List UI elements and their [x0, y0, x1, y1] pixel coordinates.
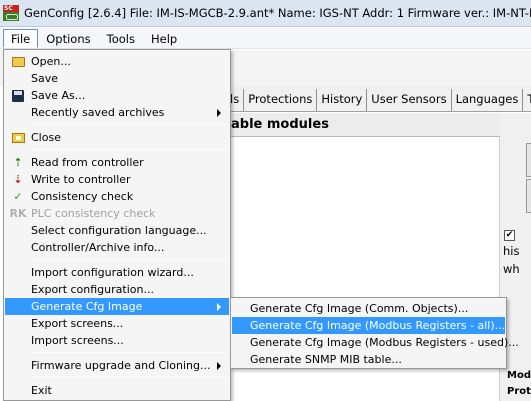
- menu-item-label: Import screens...: [31, 334, 124, 347]
- menu-item-import-configuration-wizard[interactable]: Import configuration wizard...: [5, 264, 229, 281]
- menu-item-label: Consistency check: [31, 190, 134, 203]
- close-archive-icon: [11, 131, 25, 145]
- menu-separator: [32, 377, 228, 378]
- tab-languages[interactable]: Languages: [451, 89, 524, 111]
- menu-bar: File Options Tools Help: [0, 28, 531, 49]
- submenu-item-modbus-registers-used[interactable]: Generate Cfg Image (Modbus Registers - u…: [232, 334, 519, 351]
- menu-item-open[interactable]: Open...: [5, 53, 229, 70]
- menu-item-label: Generate Cfg Image: [31, 300, 143, 313]
- menu-item-consistency-check[interactable]: ✓ Consistency check: [5, 188, 229, 205]
- submenu-item-snmp-mib-table[interactable]: Generate SNMP MIB table...: [232, 351, 505, 368]
- submenu-item-comm-objects[interactable]: Generate Cfg Image (Comm. Objects)...: [232, 300, 505, 317]
- menu-item-exit[interactable]: Exit: [5, 382, 229, 399]
- modules-label: Mod: [507, 370, 531, 381]
- menu-item-plc-consistency-check: RK PLC consistency check: [5, 205, 229, 222]
- menu-help[interactable]: Help: [143, 29, 185, 48]
- menu-item-label: PLC consistency check: [31, 207, 156, 220]
- menu-item-export-screens[interactable]: Export screens...: [5, 315, 229, 332]
- menu-item-label: Save As...: [31, 89, 86, 102]
- menu-item-import-screens[interactable]: Import screens...: [5, 332, 229, 349]
- file-menu-dropdown: Open... Save Save As... Recently saved a…: [3, 49, 231, 401]
- right-panel-text-1: his: [503, 244, 520, 258]
- submenu-item-modbus-registers-all[interactable]: Generate Cfg Image (Modbus Registers - a…: [232, 317, 505, 334]
- menu-item-recently-saved-archives[interactable]: Recently saved archives: [5, 104, 229, 121]
- menu-item-label: Recently saved archives: [31, 106, 165, 119]
- menu-item-firmware-upgrade-and-cloning[interactable]: Firmware upgrade and Cloning...: [5, 357, 229, 374]
- menu-item-select-configuration-language[interactable]: Select configuration language...: [5, 222, 229, 239]
- tab-partial-t[interactable]: T: [523, 89, 531, 111]
- menu-item-read-from-controller[interactable]: ⇡ Read from controller: [5, 154, 229, 171]
- check-mark-icon: ✓: [13, 189, 23, 203]
- menu-item-label: Firmware upgrade and Cloning...: [31, 359, 211, 372]
- menu-item-label: Controller/Archive info...: [31, 241, 165, 254]
- submenu-arrow-icon: [217, 108, 221, 117]
- tab-protections[interactable]: Protections: [244, 89, 318, 111]
- menu-separator: [32, 124, 228, 125]
- right-panel-checkbox[interactable]: ✔: [504, 230, 515, 241]
- menu-item-label: Export screens...: [31, 317, 124, 330]
- right-panel-button-2[interactable]: [526, 179, 531, 213]
- menu-item-label: Import configuration wizard...: [31, 266, 194, 279]
- generate-cfg-image-submenu: Generate Cfg Image (Comm. Objects)... Ge…: [230, 297, 519, 369]
- submenu-arrow-icon: [217, 361, 221, 370]
- menu-item-save[interactable]: Save: [5, 70, 229, 87]
- menu-item-label: Close: [31, 131, 61, 144]
- menu-item-label: Export configuration...: [31, 283, 154, 296]
- tab-modules-partial[interactable]: ls: [230, 89, 245, 111]
- menu-separator: [32, 352, 228, 353]
- menu-item-generate-cfg-image[interactable]: Generate Cfg Image: [5, 298, 229, 315]
- submenu-arrow-icon: [217, 302, 221, 311]
- menu-item-export-configuration[interactable]: Export configuration...: [5, 281, 229, 298]
- menu-item-close[interactable]: Close: [5, 129, 229, 146]
- window-title: GenConfig [2.6.4] File: IM-IS-MGCB-2.9.a…: [24, 6, 531, 20]
- protections-label: Prot: [507, 386, 531, 397]
- floppy-disk-icon: [11, 89, 25, 103]
- tab-user-sensors[interactable]: User Sensors: [367, 89, 452, 111]
- menu-item-save-as[interactable]: Save As...: [5, 87, 229, 104]
- menu-tools[interactable]: Tools: [99, 29, 143, 48]
- title-bar: SC GenConfig [2.6.4] File: IM-IS-MGCB-2.…: [0, 0, 531, 27]
- tab-history[interactable]: History: [317, 89, 368, 111]
- open-folder-icon: [11, 55, 25, 69]
- menu-item-label: Write to controller: [31, 173, 131, 186]
- menu-file[interactable]: File: [3, 28, 39, 48]
- menu-options[interactable]: Options: [38, 29, 98, 48]
- plc-icon: RK: [9, 206, 27, 220]
- menu-separator: [32, 149, 228, 150]
- menu-item-label: Exit: [31, 384, 52, 397]
- menu-item-label: Open...: [31, 55, 71, 68]
- panel-title: able modules: [230, 113, 500, 137]
- menu-item-label: Save: [31, 72, 59, 85]
- tab-strip: ls Protections History User Sensors Lang…: [230, 86, 531, 112]
- menu-item-label: Read from controller: [31, 156, 144, 169]
- menu-item-label: Select configuration language...: [31, 224, 207, 237]
- right-panel-button-1[interactable]: [526, 143, 531, 177]
- read-from-controller-icon: ⇡: [13, 155, 23, 169]
- right-panel-text-2: wh: [503, 262, 520, 276]
- menu-item-write-to-controller[interactable]: ⇣ Write to controller: [5, 171, 229, 188]
- write-to-controller-icon: ⇣: [13, 172, 23, 186]
- genconfig-app-icon[interactable]: SC: [3, 5, 19, 21]
- menu-separator: [32, 259, 228, 260]
- menu-item-controller-archive-info[interactable]: Controller/Archive info...: [5, 239, 229, 256]
